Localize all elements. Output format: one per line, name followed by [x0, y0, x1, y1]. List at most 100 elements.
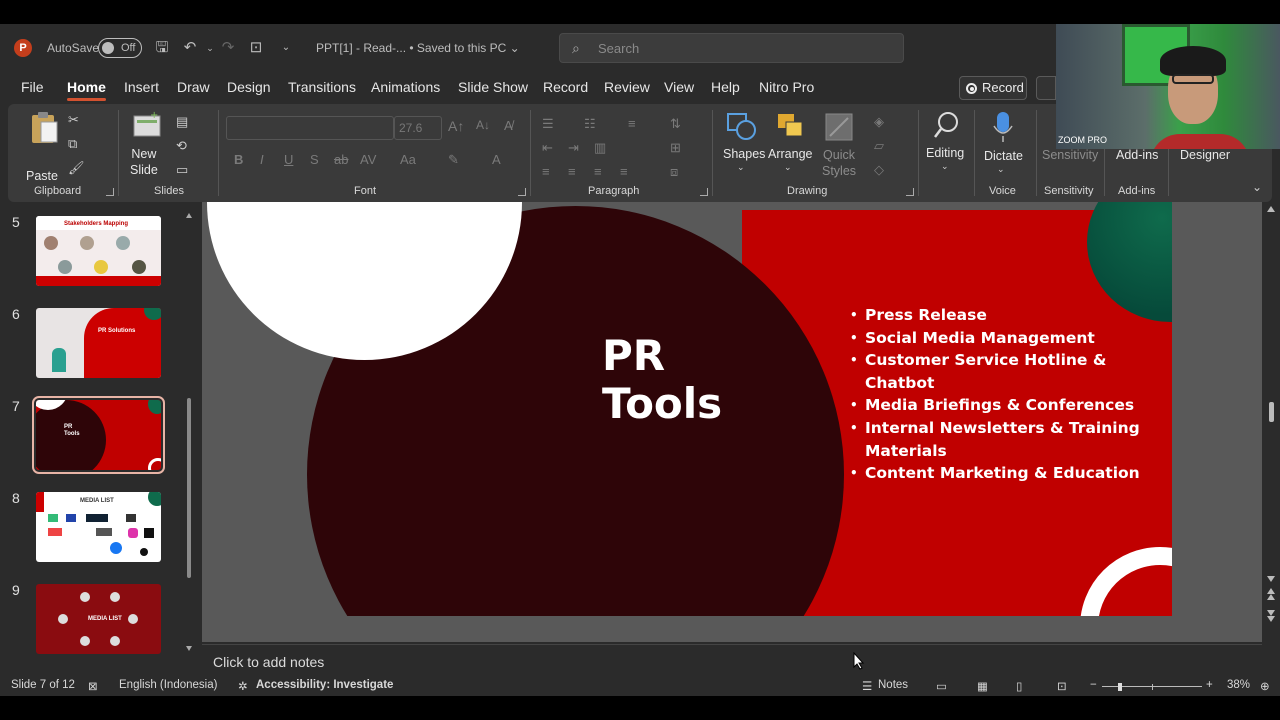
slideshow-icon[interactable]: ⊡ — [1057, 679, 1067, 693]
arrange-label[interactable]: Arrange — [768, 147, 812, 161]
arrange-dropdown-icon[interactable]: ⌄ — [784, 162, 792, 173]
quick-styles-label[interactable]: Quick Styles — [822, 147, 856, 179]
reset-icon[interactable]: ⟲ — [176, 138, 187, 154]
tab-animations[interactable]: Animations — [371, 79, 440, 95]
editing-dropdown-icon[interactable]: ⌄ — [941, 161, 949, 172]
slide-thumbnail-7[interactable]: PR Tools — [32, 396, 165, 474]
bullets-icon[interactable]: ☰ — [542, 116, 554, 132]
clear-format-icon[interactable]: A̸ — [504, 118, 513, 133]
editing-magnifier-icon[interactable] — [932, 110, 962, 142]
underline-icon[interactable]: U — [284, 152, 293, 167]
zoom-out-icon[interactable]: − — [1090, 679, 1097, 691]
smartart-icon[interactable]: ⧈ — [670, 164, 678, 180]
current-slide[interactable]: PR Tools Press Release Social Media Mana… — [202, 202, 1172, 616]
tab-help[interactable]: Help — [711, 79, 740, 95]
arrange-icon[interactable] — [776, 112, 806, 142]
increase-indent-icon[interactable]: ⇥ — [568, 140, 579, 156]
addins-label[interactable]: Add-ins — [1116, 148, 1158, 162]
align-right-icon[interactable]: ≡ — [594, 164, 602, 179]
bold-icon[interactable]: B — [234, 152, 243, 167]
align-left-icon[interactable]: ≡ — [542, 164, 550, 179]
shapes-label[interactable]: Shapes — [723, 147, 765, 161]
columns-icon[interactable]: ▥ — [594, 140, 606, 156]
tab-file[interactable]: File — [21, 79, 44, 95]
record-button[interactable]: Record — [959, 76, 1027, 100]
char-spacing-icon[interactable]: AV — [360, 152, 376, 167]
shapes-icon[interactable] — [726, 112, 758, 142]
italic-icon[interactable]: I — [260, 152, 264, 167]
change-case-icon[interactable]: Aa — [400, 152, 416, 167]
slide-counter[interactable]: Slide 7 of 12 — [11, 679, 75, 691]
cut-icon[interactable]: ✂ — [68, 112, 79, 128]
layout-icon[interactable]: ▤ — [176, 114, 188, 130]
dictate-label[interactable]: Dictate — [984, 149, 1023, 163]
numbering-icon[interactable]: ☷ — [584, 116, 596, 132]
tab-view[interactable]: View — [664, 79, 694, 95]
align-text-icon[interactable]: ⊞ — [670, 140, 681, 156]
normal-view-icon[interactable]: ▭ — [936, 679, 947, 693]
present-icon[interactable]: ⊡ — [246, 38, 266, 58]
customize-toolbar-icon[interactable]: ⌄ — [276, 38, 296, 58]
text-direction-icon[interactable]: ⇅ — [670, 116, 681, 132]
drawing-launcher-icon[interactable] — [906, 188, 914, 196]
shape-effects-icon[interactable]: ◇ — [874, 162, 884, 178]
search-box[interactable]: ⌕ — [559, 33, 904, 63]
paste-icon[interactable] — [28, 110, 60, 146]
font-launcher-icon[interactable] — [518, 188, 526, 196]
new-slide-icon[interactable]: + — [132, 110, 162, 140]
share-button[interactable] — [1036, 76, 1056, 100]
section-icon[interactable]: ▭ — [176, 162, 188, 178]
designer-label[interactable]: Designer — [1180, 148, 1230, 162]
microphone-icon[interactable] — [992, 110, 1014, 144]
tab-record[interactable]: Record — [543, 79, 588, 95]
save-icon[interactable]: 🖫 — [152, 38, 172, 58]
autosave-toggle[interactable]: Off — [98, 38, 142, 58]
notes-pane[interactable]: Click to add notes — [202, 644, 1262, 676]
quick-styles-icon[interactable] — [824, 112, 854, 142]
slide-title[interactable]: PR Tools — [602, 332, 722, 428]
tab-design[interactable]: Design — [227, 79, 271, 95]
fit-to-window-icon[interactable]: ⊕ — [1260, 679, 1270, 693]
dictate-dropdown-icon[interactable]: ⌄ — [997, 164, 1005, 175]
search-input[interactable] — [598, 38, 888, 58]
font-size-combo[interactable]: 27.6 — [394, 116, 442, 140]
slide-thumbnail-8[interactable]: MEDIA LIST — [36, 492, 161, 562]
copy-icon[interactable]: ⧉ — [68, 136, 77, 152]
decrease-font-icon[interactable]: A↓ — [476, 118, 490, 132]
tab-draw[interactable]: Draw — [177, 79, 210, 95]
notes-icon[interactable]: ☰ — [862, 679, 872, 693]
slide-thumbnail-5[interactable]: Stakeholders Mapping — [36, 216, 161, 286]
notes-placeholder[interactable]: Click to add notes — [213, 654, 324, 670]
slide-editor[interactable]: PR Tools Press Release Social Media Mana… — [202, 202, 1262, 642]
slide-thumbnail-9[interactable]: MEDIA LIST — [36, 584, 161, 654]
thumbnail-scrollbar[interactable] — [185, 212, 193, 652]
accessibility-status[interactable]: Accessibility: Investigate — [256, 679, 393, 691]
slide-thumbnail-6[interactable]: PR Solutions — [36, 308, 161, 378]
highlight-icon[interactable]: ✎ — [448, 152, 459, 168]
font-name-combo[interactable] — [226, 116, 394, 140]
shadow-icon[interactable]: S — [310, 152, 319, 167]
justify-icon[interactable]: ≡ — [620, 164, 628, 179]
zoom-in-icon[interactable]: + — [1206, 679, 1213, 691]
shape-fill-icon[interactable]: ◈ — [874, 114, 884, 130]
language-indicator[interactable]: English (Indonesia) — [119, 679, 217, 691]
spellcheck-icon[interactable]: ⊠ — [88, 679, 98, 693]
tab-slide-show[interactable]: Slide Show — [458, 79, 528, 95]
line-spacing-icon[interactable]: ≡ — [628, 116, 636, 131]
new-slide-label[interactable]: New Slide — [130, 146, 158, 178]
shape-outline-icon[interactable]: ▱ — [874, 138, 884, 154]
tab-transitions[interactable]: Transitions — [288, 79, 356, 95]
bullet-list[interactable]: Press Release Social Media Management Cu… — [850, 304, 1170, 485]
shapes-dropdown-icon[interactable]: ⌄ — [737, 162, 745, 173]
tab-review[interactable]: Review — [604, 79, 650, 95]
tab-nitro-pro[interactable]: Nitro Pro — [759, 79, 814, 95]
undo-dropdown-icon[interactable]: ⌄ — [200, 38, 220, 58]
slide-sorter-icon[interactable]: ▦ — [977, 679, 988, 693]
redo-icon[interactable]: ↷ — [218, 38, 238, 58]
increase-font-icon[interactable]: A↑ — [448, 118, 464, 134]
reading-view-icon[interactable]: ▯ — [1016, 679, 1022, 693]
strikethrough-icon[interactable]: ab — [334, 152, 348, 167]
paragraph-launcher-icon[interactable] — [700, 188, 708, 196]
vertical-scrollbar[interactable] — [1262, 202, 1280, 642]
zoom-level[interactable]: 38% — [1227, 679, 1250, 691]
